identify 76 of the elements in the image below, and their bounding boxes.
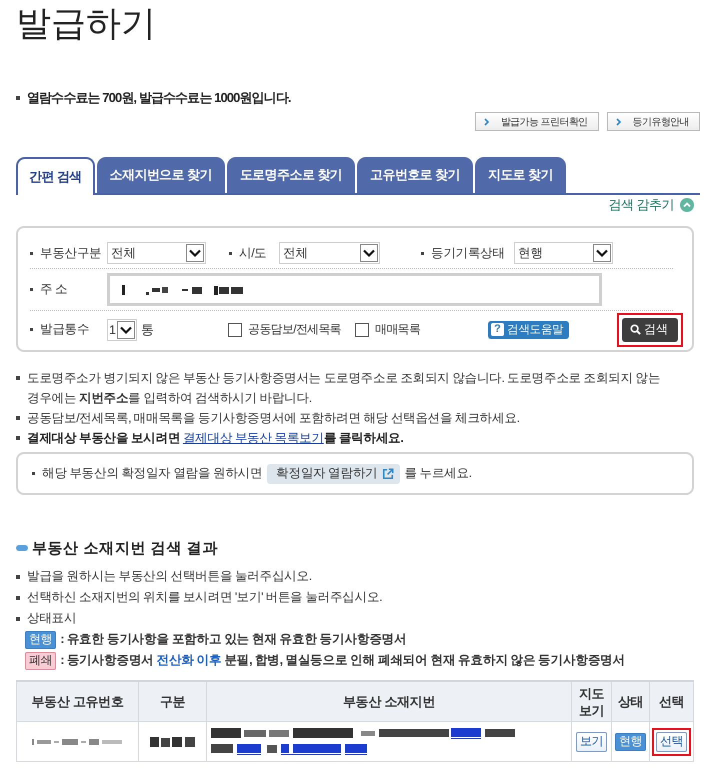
chevron-up-icon — [680, 198, 694, 212]
column-header: 부동산 고유번호 — [16, 681, 138, 722]
bullet-icon — [16, 616, 20, 620]
instruction-text: 발급을 원하시는 부동산의 선택버튼을 눌러주십시오. — [27, 568, 312, 585]
search-help-button[interactable]: ? 검색도움말 — [488, 320, 569, 338]
payment-list-link[interactable]: 결제대상 부동산 목록보기 — [182, 431, 324, 445]
bullet-icon — [229, 252, 232, 254]
column-header: 선택 — [650, 681, 694, 722]
chevron-right-icon — [616, 118, 621, 126]
column-header: 구분 — [138, 681, 206, 722]
notice-text: 해당 부동산의 확정일자 열람을 원하시면 — [42, 465, 262, 482]
tab[interactable]: 지도로 찾기 — [474, 157, 566, 193]
status-badge: 현행 — [25, 630, 56, 648]
legend-text: : 등기사항증명서 전산화 이후 분필, 합병, 멸실등으로 인해 폐쇄되어 현재 유효하지 않은 등기사항증명서 — [60, 652, 626, 669]
dropdown[interactable]: 현행 — [514, 242, 613, 264]
tab[interactable]: 간편 검색 — [16, 157, 95, 195]
search-icon — [630, 324, 641, 335]
field-label: 부동산구분 — [40, 244, 102, 262]
section-heading: 부동산 소재지번 검색 결과 — [32, 538, 218, 558]
bullet-icon — [16, 596, 20, 600]
column-header: 지도 보기 — [572, 681, 612, 722]
address-field[interactable] — [107, 273, 602, 306]
chevron-down-icon — [360, 244, 378, 262]
dropdown[interactable]: 전체 — [107, 242, 206, 264]
question-mark-icon: ? — [491, 323, 504, 336]
checkbox-label: 매매목록 — [375, 321, 420, 338]
bullet-icon — [16, 376, 20, 380]
hide-search-button[interactable]: 검색 감추기 — [608, 196, 694, 214]
heading-marker-icon — [16, 545, 28, 551]
search-button[interactable]: 검색 — [622, 318, 678, 342]
field-label: 시/도 — [239, 244, 266, 262]
bullet-icon — [16, 416, 20, 420]
checkbox[interactable] — [228, 322, 242, 336]
unit-label: 통 — [141, 320, 154, 338]
checkbox[interactable] — [355, 322, 369, 336]
info-button[interactable]: 발급가능 프린터확인 — [474, 112, 599, 131]
bullet-icon — [16, 574, 20, 578]
status-badge: 현행 — [614, 732, 646, 750]
map-view-button[interactable]: 보기 — [576, 732, 608, 752]
select-button[interactable]: 선택 — [656, 732, 688, 752]
fee-notice: 열람수수료는 700원, 발급수수료는 1000원입니다. — [27, 89, 291, 107]
date-view-button[interactable]: 확정일자 열람하기 — [267, 464, 400, 484]
column-header: 부동산 소재지번 — [206, 681, 572, 722]
chevron-right-icon — [484, 118, 489, 126]
chevron-down-icon — [593, 244, 611, 262]
legend-text: : 유효한 등기사항을 포함하고 있는 현재 유효한 등기사항증명서 — [60, 631, 406, 648]
tab[interactable]: 고유번호로 찾기 — [357, 157, 473, 193]
instruction-text: 선택하신 소재지번의 위치를 보시려면 '보기' 버튼을 눌러주십시오. — [27, 589, 382, 606]
field-label: 발급통수 — [40, 321, 90, 338]
bullet-icon — [16, 96, 20, 100]
status-badge: 폐쇄 — [25, 652, 56, 670]
bullet-icon — [32, 472, 35, 475]
bullet-icon — [30, 252, 33, 254]
note-text: 공동담보/전세목록, 매매목록을 등기사항증명서에 포함하려면 해당 선택옵션을 체크하세요. — [27, 410, 520, 427]
note-text: 결제대상 부동산을 보시려면 결제대상 부동산 목록보기를 클릭하세요. — [27, 430, 404, 447]
instruction-text: 상태표시 — [27, 610, 76, 627]
bullet-icon — [30, 328, 33, 331]
copies-dropdown[interactable]: 1 — [107, 318, 137, 340]
chevron-down-icon — [117, 320, 135, 338]
external-link-icon — [382, 468, 394, 480]
field-label: 주 소 — [40, 281, 68, 298]
obscured-text — [150, 736, 196, 748]
field-label: 등기기록상태 — [431, 244, 505, 262]
chevron-down-icon — [186, 244, 204, 262]
notice-text: 를 누르세요. — [404, 465, 472, 482]
info-button[interactable]: 등기유형안내 — [606, 112, 700, 131]
tab[interactable]: 소재지번으로 찾기 — [96, 157, 225, 193]
bullet-icon — [30, 288, 33, 291]
bullet-icon — [16, 436, 20, 440]
note-text: 도로명주소가 병기되지 않은 부동산 등기사항증명서는 도로명주소로 조회되지 않습니다. 도로명주소로 조회되지 않는 경우에는 지번주소를 입력하여 검색하시기 바랍니다. — [27, 370, 662, 407]
column-header: 상태 — [612, 681, 650, 722]
bullet-icon — [421, 252, 424, 254]
dropdown[interactable]: 전체 — [279, 242, 380, 264]
tab[interactable]: 도로명주소로 찾기 — [226, 157, 356, 193]
checkbox-label: 공동담보/전세목록 — [248, 321, 342, 338]
page-title: 발급하기 — [16, 3, 156, 45]
